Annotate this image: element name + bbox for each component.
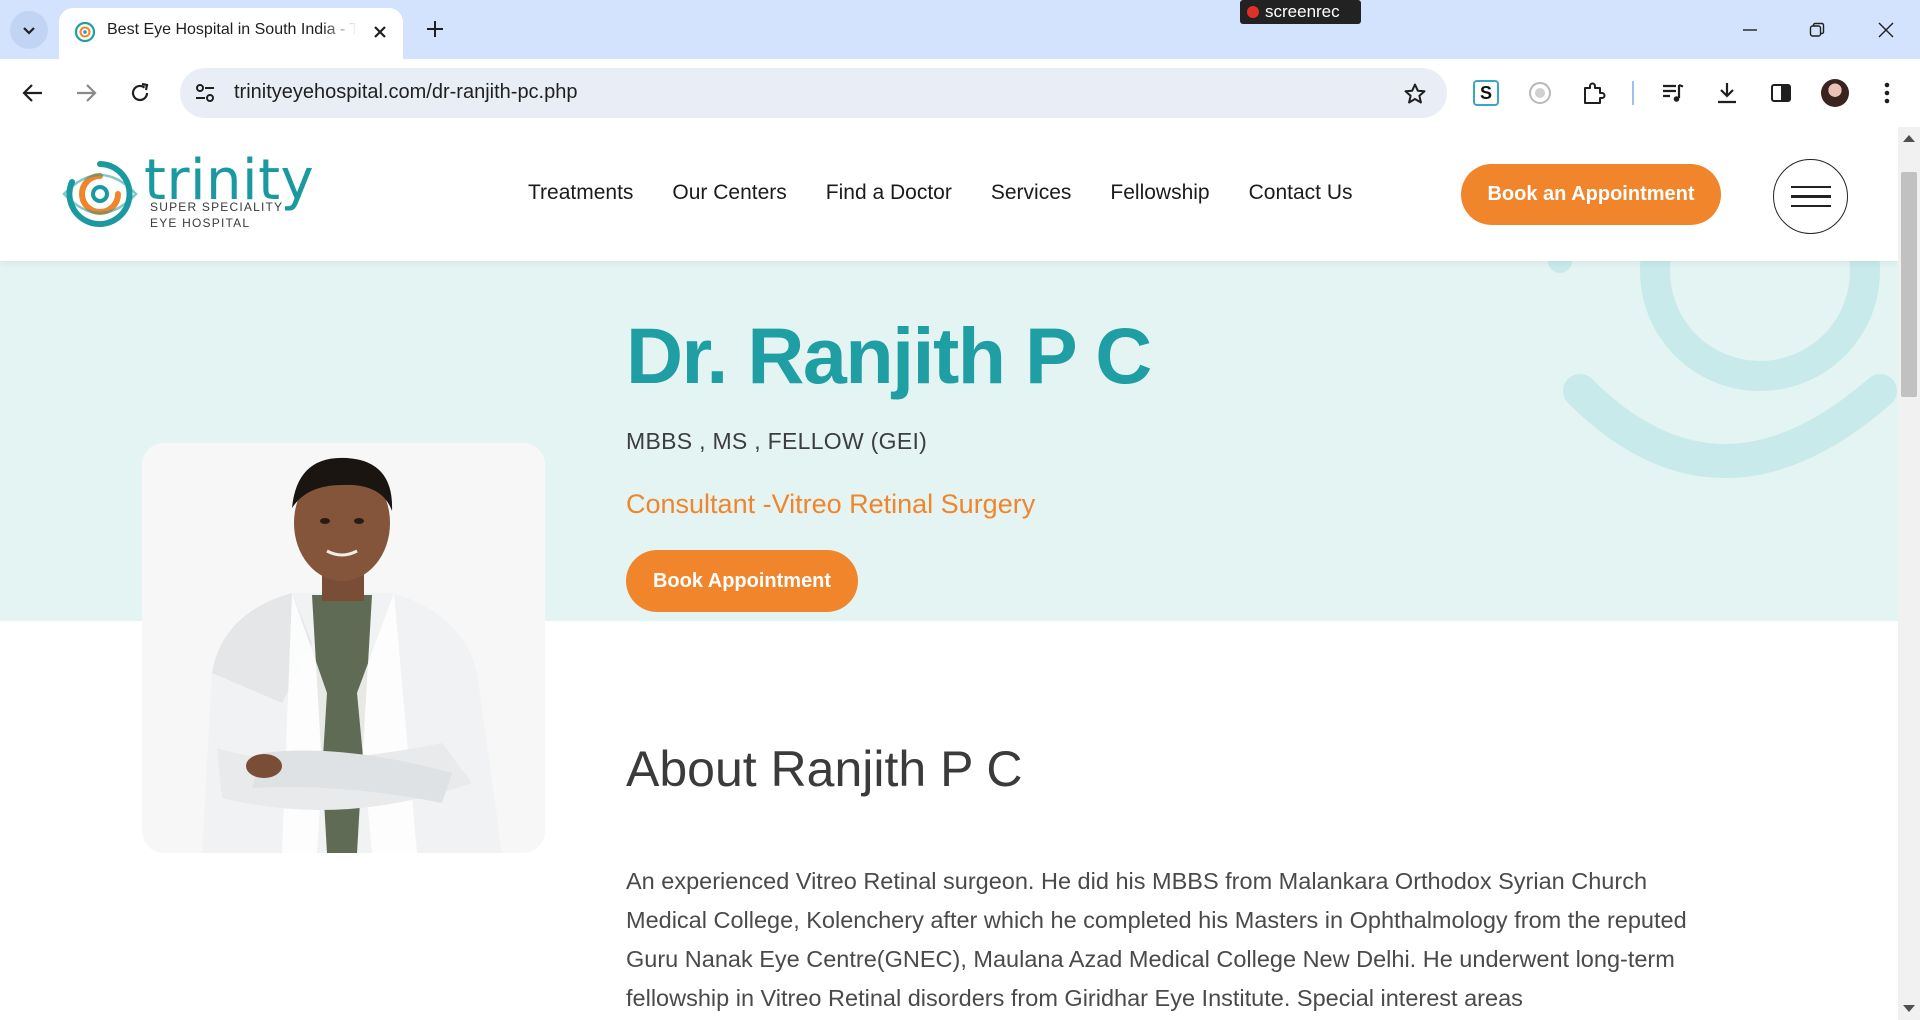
about-paragraph: An experienced Vitreo Retinal surgeon. H… — [626, 868, 1687, 1011]
trinity-favicon-icon — [74, 21, 96, 43]
nav-find-a-doctor[interactable]: Find a Doctor — [826, 181, 952, 205]
hamburger-menu-button[interactable] — [1773, 159, 1848, 234]
profile-button[interactable] — [1818, 76, 1852, 110]
menu-icon-bar — [1790, 204, 1831, 208]
close-icon — [374, 26, 386, 38]
downloads-button[interactable] — [1710, 76, 1744, 110]
nav-services[interactable]: Services — [991, 181, 1072, 205]
nav-contact-us[interactable]: Contact Us — [1249, 181, 1353, 205]
main-nav: Treatments Our Centers Find a Doctor Ser… — [528, 181, 1391, 205]
download-icon — [1718, 83, 1736, 104]
screen-recorder-badge: screenrec — [1240, 0, 1361, 24]
more-vertical-icon — [1884, 82, 1890, 104]
close-icon — [1878, 22, 1894, 38]
star-icon — [1404, 83, 1426, 104]
chrome-menu-button[interactable] — [1870, 76, 1904, 110]
tab-title: Best Eye Hospital in South India - Trini… — [107, 21, 357, 38]
site-info-button[interactable] — [192, 80, 218, 106]
record-dot-icon — [1247, 6, 1259, 18]
book-an-appointment-button[interactable]: Book an Appointment — [1461, 164, 1721, 225]
doctor-designation: Consultant -Vitreo Retinal Surgery — [626, 489, 1036, 519]
scrollbar-thumb[interactable] — [1901, 172, 1917, 397]
scroll-up-arrow-icon[interactable] — [1903, 135, 1915, 142]
media-control-button[interactable] — [1656, 76, 1690, 110]
side-panel-button[interactable] — [1764, 76, 1798, 110]
reload-button[interactable] — [121, 74, 159, 112]
tab-search-button[interactable] — [10, 11, 48, 49]
restore-button[interactable] — [1797, 10, 1837, 50]
site-logo[interactable]: trinity SUPER SPECIALITY EYE HOSPITAL — [60, 148, 314, 234]
minimize-button[interactable] — [1730, 10, 1770, 50]
url-text[interactable]: trinityeyehospital.com/dr-ranjith-pc.php — [234, 81, 578, 104]
nav-our-centers[interactable]: Our Centers — [672, 181, 786, 205]
menu-icon-bar — [1790, 185, 1831, 189]
back-button[interactable] — [14, 74, 52, 112]
doctor-photo — [142, 443, 545, 853]
forward-button[interactable] — [67, 74, 105, 112]
menu-icon-bar — [1790, 195, 1831, 198]
arrow-left-icon — [22, 84, 42, 102]
extensions-button[interactable] — [1577, 76, 1611, 110]
extension-record-button[interactable] — [1523, 76, 1557, 110]
record-extension-icon — [1529, 82, 1551, 104]
trinity-eye-logo-icon — [62, 161, 138, 227]
tune-icon — [196, 84, 214, 102]
page-scrollbar[interactable] — [1898, 127, 1920, 1020]
nav-treatments[interactable]: Treatments — [528, 181, 633, 205]
site-header: trinity SUPER SPECIALITY EYE HOSPITAL Tr… — [0, 127, 1898, 261]
browser-toolbar: trinityeyehospital.com/dr-ranjith-pc.php… — [0, 59, 1920, 127]
browser-tab-bar: Best Eye Hospital in South India - Trini… — [0, 0, 1920, 59]
logo-tagline-1: SUPER SPECIALITY — [150, 200, 284, 214]
doctor-name: Dr. Ranjith P C — [626, 311, 1152, 400]
address-bar[interactable]: trinityeyehospital.com/dr-ranjith-pc.php — [180, 68, 1447, 118]
close-window-button[interactable] — [1866, 10, 1906, 50]
s-extension-icon: S — [1473, 80, 1499, 106]
arrow-right-icon — [77, 84, 97, 102]
book-appointment-button[interactable]: Book Appointment — [626, 550, 858, 612]
bookmark-button[interactable] — [1400, 79, 1430, 109]
active-tab[interactable]: Best Eye Hospital in South India - Trini… — [59, 8, 403, 59]
logo-tagline-2: EYE HOSPITAL — [150, 216, 251, 230]
plus-icon — [427, 21, 443, 37]
nav-fellowship[interactable]: Fellowship — [1110, 181, 1209, 205]
extension-s-button[interactable]: S — [1469, 76, 1503, 110]
side-panel-icon — [1771, 84, 1791, 102]
playlist-music-icon — [1663, 83, 1684, 102]
doctor-portrait-image — [142, 443, 545, 853]
chevron-down-icon — [23, 27, 35, 35]
avatar — [1821, 79, 1849, 107]
decorative-eye-shape — [1547, 261, 1897, 478]
reload-icon — [131, 82, 149, 102]
new-tab-button[interactable] — [418, 12, 452, 46]
tab-close-button[interactable] — [367, 19, 393, 45]
minimize-icon — [1743, 29, 1757, 31]
doctor-qualifications: MBBS , MS , FELLOW (GEI) — [626, 428, 928, 454]
recorder-label: screenrec — [1265, 2, 1340, 21]
about-heading: About Ranjith P C — [626, 741, 1023, 797]
restore-icon — [1809, 22, 1825, 37]
web-page: trinity SUPER SPECIALITY EYE HOSPITAL Tr… — [0, 127, 1898, 1020]
scroll-down-arrow-icon[interactable] — [1903, 1005, 1915, 1012]
toolbar-separator — [1632, 81, 1634, 105]
puzzle-icon — [1584, 82, 1606, 104]
